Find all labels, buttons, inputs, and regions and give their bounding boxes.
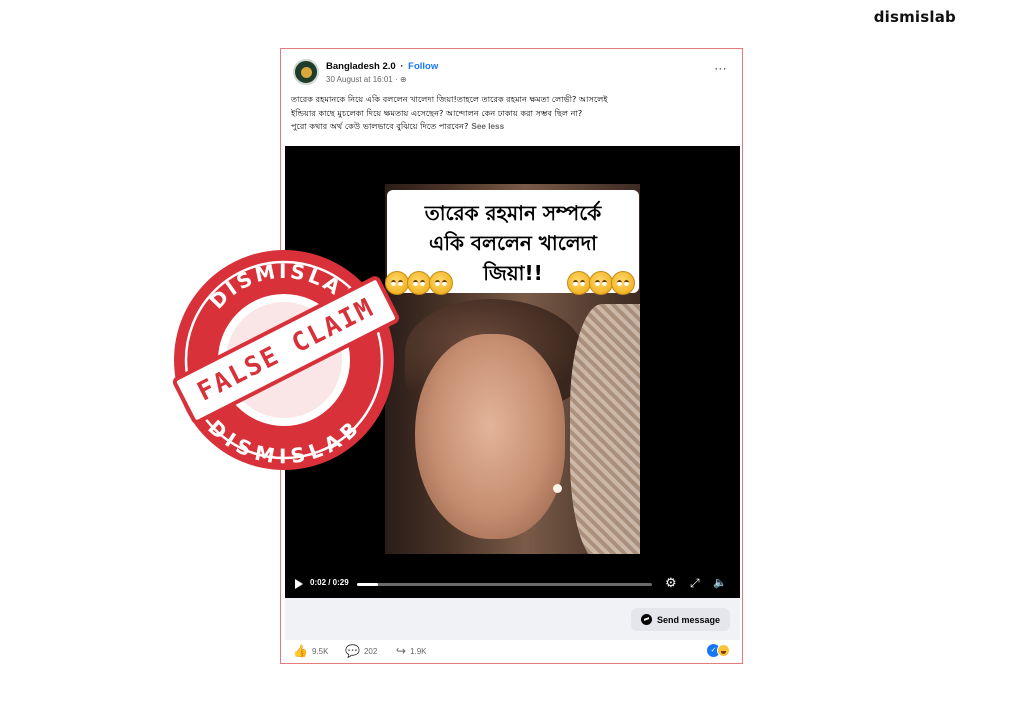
- face-shape: [415, 334, 565, 539]
- eye-roll-emoji-icon: [429, 271, 453, 295]
- post-header: Bangladesh 2.0 · Follow 30 August at 16:…: [293, 59, 730, 89]
- share-icon: ↪: [396, 644, 407, 658]
- share-stat[interactable]: ↪ 1.9K: [396, 644, 427, 658]
- page-avatar[interactable]: [293, 59, 319, 85]
- messenger-icon: [640, 614, 652, 625]
- video-time: 0:02 / 0:29: [310, 578, 349, 587]
- eye-roll-emoji-icon: [611, 271, 635, 295]
- false-claim-stamp: DISMISLAB DISMISLAB FALSE CLAIM: [168, 244, 402, 476]
- eye-roll-emoji-icon: [589, 271, 613, 295]
- scarf-shape: [570, 304, 640, 554]
- gear-icon[interactable]: ⚙: [665, 576, 677, 590]
- more-options-icon[interactable]: ⋯: [714, 61, 728, 77]
- fullscreen-icon[interactable]: ⤢: [690, 576, 700, 590]
- eye-roll-emoji-icon: [407, 271, 431, 295]
- follow-button[interactable]: Follow: [408, 61, 438, 72]
- send-message-button[interactable]: Send message: [630, 608, 730, 631]
- haha-reaction-icon: [717, 644, 730, 657]
- comment-stat[interactable]: 💬 202: [345, 644, 377, 658]
- like-count: 9.5K: [311, 646, 329, 656]
- emoji-group-right: [567, 271, 635, 295]
- comment-count: 202: [363, 646, 378, 656]
- avatar-logo-icon: [300, 66, 312, 78]
- separator-dot: ·: [400, 61, 404, 72]
- video-progress-bar[interactable]: [357, 583, 652, 586]
- dismislab-logo: dismislab: [873, 8, 956, 26]
- caption-line: ইন্ডিয়ার কাছে মুচলেকা দিয়ে ক্ষমতায় এস…: [291, 107, 583, 118]
- post-timestamp[interactable]: 30 August at 16:01 · ⊕: [326, 75, 407, 84]
- page-name-link[interactable]: Bangladesh 2.0: [326, 61, 396, 72]
- video-progress-fill: [357, 583, 378, 586]
- earring-shape: [553, 484, 562, 493]
- caption-line-text: পুরো কথার অর্থ কেউ ভালভাবে বুঝিয়ে দিতে …: [291, 121, 469, 131]
- page-name-line: Bangladesh 2.0 · Follow: [326, 61, 438, 72]
- caption-line: তারেক রহমানকে নিয়ে একি বললেন খালেদা জিয…: [291, 94, 608, 104]
- volume-icon[interactable]: 🔈: [713, 576, 727, 590]
- share-count: 1.9K: [410, 646, 427, 656]
- video-controls: 0:02 / 0:29 ⚙ ⤢ 🔈: [285, 570, 740, 598]
- like-stat[interactable]: 👍 9.5K: [293, 644, 328, 658]
- caption-line: পুরো কথার অর্থ কেউ ভালভাবে বুঝিয়ে দিতে …: [291, 120, 736, 134]
- overlay-title-line: একি বললেন খালেদা: [429, 231, 597, 255]
- cta-bar: Send message: [285, 598, 740, 640]
- globe-icon: ⊕: [399, 75, 407, 84]
- see-less-link[interactable]: See less: [471, 122, 504, 131]
- overlay-title-line: তারেক রহমান সম্পর্কে: [424, 201, 602, 225]
- reactions-summary[interactable]: ✓: [707, 644, 730, 657]
- like-icon: 👍: [293, 644, 308, 658]
- post-caption: তারেক রহমানকে নিয়ে একি বললেন খালেদা জিয…: [291, 93, 736, 134]
- engagement-stats: 👍 9.5K 💬 202 ↪ 1.9K ✓: [293, 644, 732, 660]
- play-icon[interactable]: [295, 579, 303, 589]
- comment-icon: 💬: [345, 644, 360, 658]
- timestamp-text: 30 August at 16:01 ·: [326, 75, 398, 84]
- send-message-label: Send message: [656, 614, 720, 625]
- eye-roll-emoji-icon: [567, 271, 591, 295]
